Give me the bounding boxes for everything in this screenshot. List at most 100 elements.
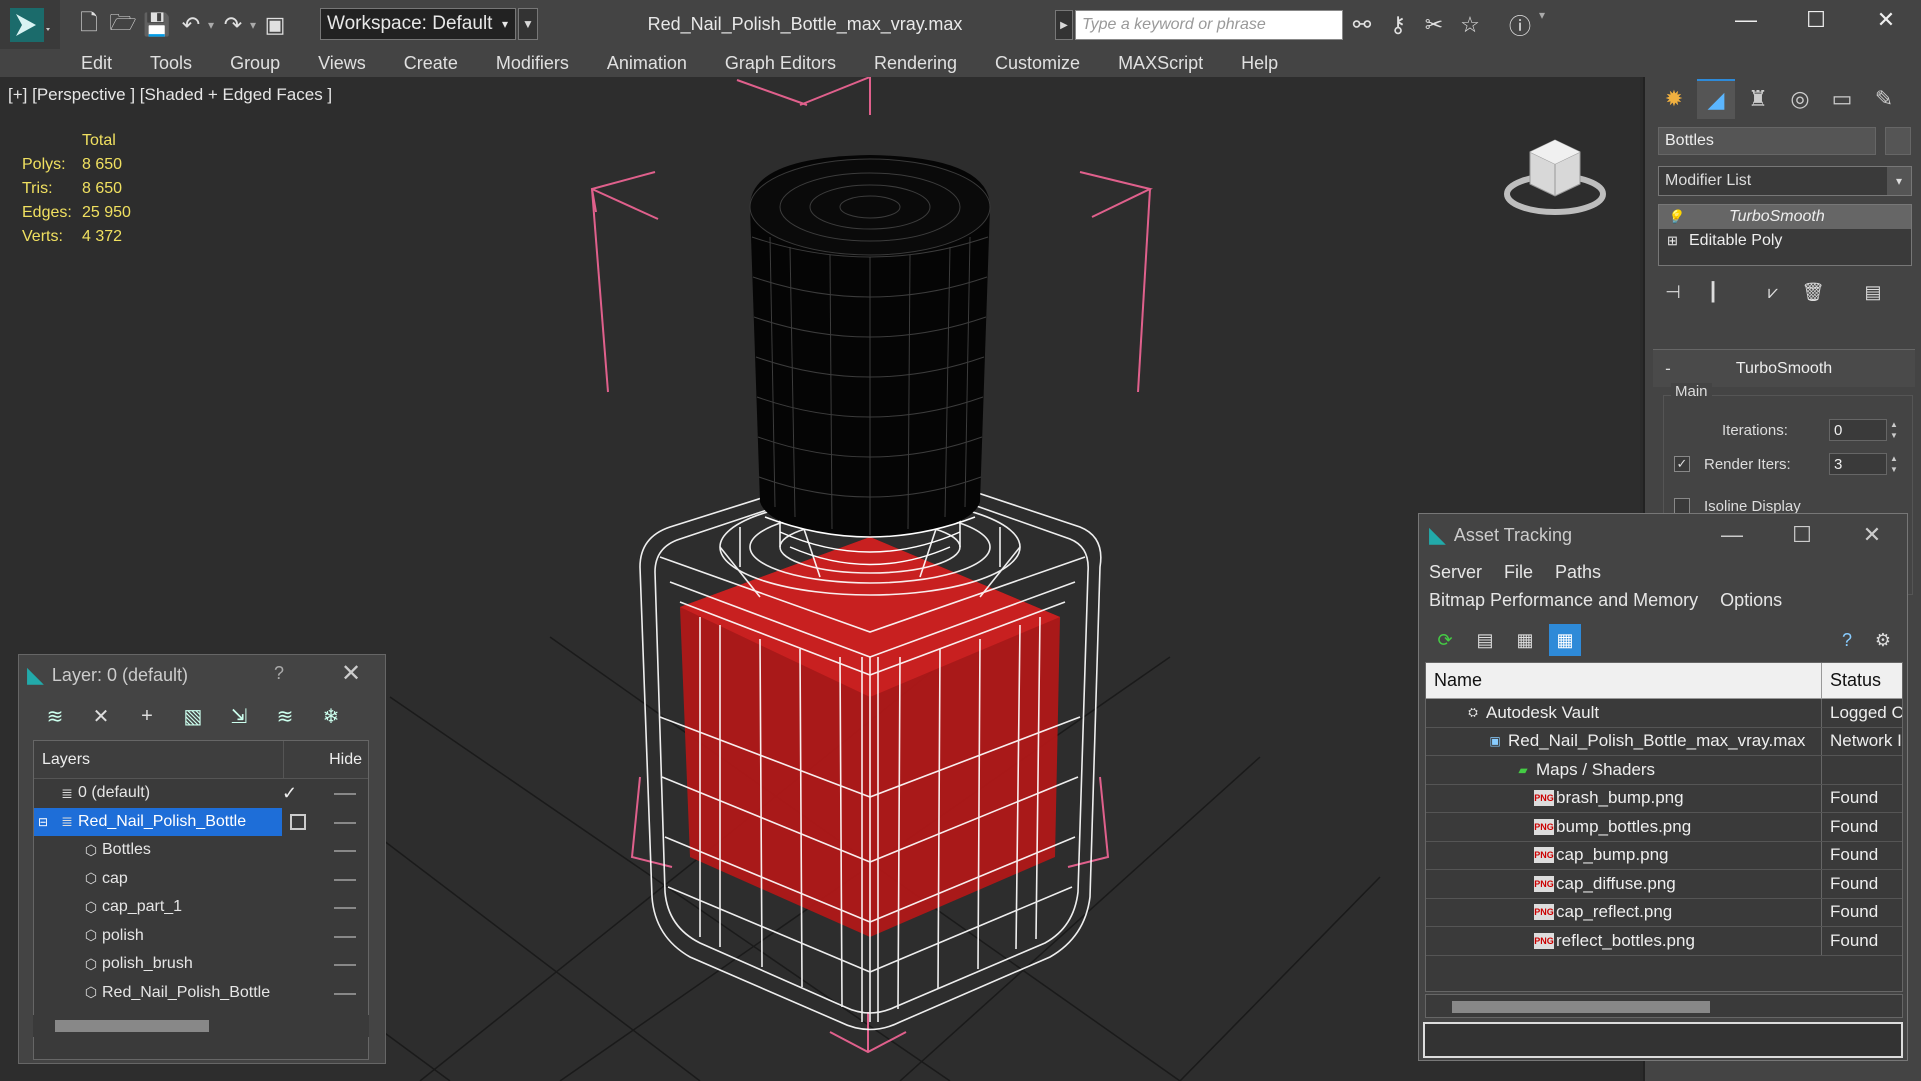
hierarchy-tab-icon[interactable]: ♜: [1739, 79, 1777, 119]
minimize-button[interactable]: —: [1697, 514, 1767, 556]
menu-create[interactable]: Create: [385, 53, 477, 74]
show-end-result-icon[interactable]: ┃: [1698, 277, 1728, 307]
menu-server[interactable]: Server: [1429, 558, 1482, 586]
viewcube[interactable]: [1500, 122, 1610, 222]
hide-toggle[interactable]: [334, 907, 356, 909]
object-color-swatch[interactable]: [1885, 127, 1911, 155]
display-tab-icon[interactable]: ▭: [1823, 79, 1861, 119]
table-row[interactable]: PNG cap_bump.png Found: [1426, 841, 1902, 870]
maximize-button[interactable]: ☐: [1781, 0, 1851, 40]
search-expand-icon[interactable]: ▶: [1055, 10, 1073, 40]
hide-toggle[interactable]: [334, 964, 356, 966]
col-hide[interactable]: Hide: [284, 741, 368, 778]
freeze-all-icon[interactable]: ❄: [313, 698, 349, 734]
stack-item-turbosmooth[interactable]: 💡 TurboSmooth: [1659, 205, 1911, 229]
motion-tab-icon[interactable]: ◎: [1781, 79, 1819, 119]
make-unique-icon[interactable]: ⩗: [1758, 277, 1788, 307]
layer-row[interactable]: ⬡ cap_part_1: [34, 893, 368, 922]
hide-toggle[interactable]: [334, 793, 356, 795]
redo-dropdown-icon[interactable]: ▾: [250, 18, 258, 32]
context-help-icon[interactable]: ⚙: [1867, 624, 1899, 656]
help-icon[interactable]: ?: [1831, 624, 1863, 656]
hide-toggle[interactable]: [334, 821, 356, 824]
star-icon[interactable]: ☆: [1453, 8, 1487, 42]
app-logo[interactable]: [0, 0, 60, 49]
table-row[interactable]: ⛭ Autodesk Vault Logged C: [1426, 699, 1902, 728]
horizontal-scrollbar[interactable]: [1425, 994, 1903, 1018]
remove-modifier-icon[interactable]: 🗑: [1798, 277, 1828, 307]
close-button[interactable]: ✕: [341, 659, 361, 688]
new-file-icon[interactable]: 🗋: [72, 8, 106, 42]
layer-row[interactable]: ⊟ ≣ Red_Nail_Polish_Bottle: [34, 807, 368, 836]
help-dropdown-icon[interactable]: ▾: [1539, 8, 1547, 42]
col-status[interactable]: Status: [1822, 670, 1881, 691]
menu-graph-editors[interactable]: Graph Editors: [706, 53, 855, 74]
close-button[interactable]: ✕: [1837, 514, 1907, 556]
layer-panel-titlebar[interactable]: ◣ Layer: 0 (default) ? ✕: [19, 655, 385, 695]
expand-plus-icon[interactable]: ⊞: [1667, 233, 1689, 249]
menu-animation[interactable]: Animation: [588, 53, 706, 74]
help-button[interactable]: ?: [274, 663, 284, 684]
workspace-dropdown[interactable]: Workspace: Default ▾: [320, 8, 516, 40]
redo-icon[interactable]: ↷: [216, 8, 250, 42]
scrollbar-thumb[interactable]: [1452, 1001, 1710, 1013]
menu-edit[interactable]: Edit: [62, 53, 131, 74]
layer-row[interactable]: ⬡ Bottles: [34, 836, 368, 865]
menu-views[interactable]: Views: [299, 53, 385, 74]
select-objects-icon[interactable]: ⇲: [221, 698, 257, 734]
table-row[interactable]: PNG cap_reflect.png Found: [1426, 898, 1902, 927]
menu-tools[interactable]: Tools: [131, 53, 211, 74]
hide-toggle[interactable]: [334, 992, 356, 995]
pin-stack-icon[interactable]: ⊣: [1658, 277, 1688, 307]
hide-all-icon[interactable]: ≋: [267, 698, 303, 734]
hide-toggle[interactable]: [334, 878, 356, 881]
menu-bitmap-performance[interactable]: Bitmap Performance and Memory: [1429, 586, 1698, 614]
utilities-tab-icon[interactable]: ✎: [1865, 79, 1903, 119]
hide-toggle[interactable]: [334, 935, 356, 938]
key-icon[interactable]: ⚷: [1381, 8, 1415, 42]
save-icon[interactable]: 💾: [140, 8, 174, 42]
table-row[interactable]: PNG cap_diffuse.png Found: [1426, 870, 1902, 899]
iterations-spinner-icon[interactable]: ▲ ▼: [1887, 419, 1901, 441]
layer-row[interactable]: ⬡ polish: [34, 922, 368, 951]
stack-item-editable-poly[interactable]: ⊞ Editable Poly: [1659, 229, 1911, 253]
modify-tab-icon[interactable]: ◢: [1697, 79, 1735, 119]
col-layers[interactable]: Layers: [34, 741, 285, 778]
new-layer-icon[interactable]: ≋: [37, 698, 73, 734]
table-row[interactable]: ▣ Red_Nail_Polish_Bottle_max_vray.max Ne…: [1426, 727, 1902, 756]
create-tab-icon[interactable]: ✹: [1655, 79, 1693, 119]
menu-paths[interactable]: Paths: [1555, 558, 1601, 586]
menu-options[interactable]: Options: [1720, 586, 1782, 614]
maximize-button[interactable]: ☐: [1767, 514, 1837, 556]
menu-group[interactable]: Group: [211, 53, 299, 74]
isoline-checkbox[interactable]: [1674, 498, 1690, 514]
help-icon[interactable]: ⓘ: [1503, 8, 1537, 42]
object-name-field[interactable]: Bottles: [1658, 127, 1876, 155]
open-file-icon[interactable]: 🗁: [106, 8, 140, 42]
delete-layer-icon[interactable]: ✕: [83, 698, 119, 734]
menu-file[interactable]: File: [1504, 558, 1533, 586]
scrollbar-thumb[interactable]: [55, 1020, 209, 1032]
binoculars-icon[interactable]: ⚯: [1345, 8, 1379, 42]
table-view-icon[interactable]: ▦: [1549, 624, 1581, 656]
table-row[interactable]: PNG bump_bottles.png Found: [1426, 813, 1902, 842]
lightbulb-icon[interactable]: 💡: [1667, 209, 1689, 225]
workspace-menu-button[interactable]: ▼: [518, 8, 538, 40]
select-layer-icon[interactable]: ▧: [175, 698, 211, 734]
set-active-layer-icon[interactable]: [290, 813, 306, 830]
menu-modifiers[interactable]: Modifiers: [477, 53, 588, 74]
undo-icon[interactable]: ↶: [174, 8, 208, 42]
horizontal-scrollbar[interactable]: [33, 1015, 369, 1037]
asset-panel-titlebar[interactable]: ◣ Asset Tracking — ☐ ✕: [1419, 514, 1907, 556]
thumbnail-view-icon[interactable]: ▦: [1509, 624, 1541, 656]
layer-row[interactable]: ⬡ polish_brush: [34, 950, 368, 979]
menu-customize[interactable]: Customize: [976, 53, 1099, 74]
turbosmooth-rollout-header[interactable]: - TurboSmooth: [1653, 349, 1915, 387]
menu-maxscript[interactable]: MAXScript: [1099, 53, 1222, 74]
close-button[interactable]: ✕: [1851, 0, 1921, 40]
collapse-icon[interactable]: ⊟: [38, 815, 56, 829]
tools-icon[interactable]: ✂: [1417, 8, 1451, 42]
render-iters-checkbox[interactable]: ✓: [1674, 456, 1690, 472]
layer-row[interactable]: ≣ 0 (default) ✓: [34, 779, 368, 808]
iterations-input[interactable]: 0: [1829, 419, 1887, 441]
